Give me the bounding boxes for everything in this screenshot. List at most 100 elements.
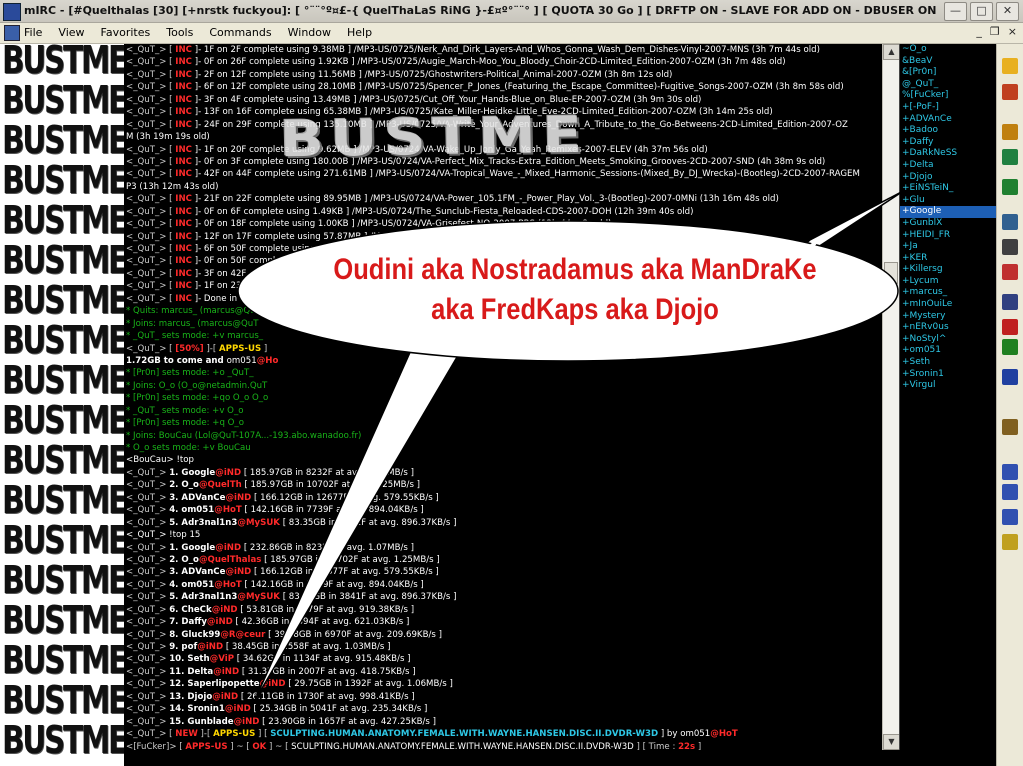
nick-item[interactable]: +[-PoF-] <box>900 102 997 114</box>
window-title: mIRC - [#Quelthalas [30] [+nrstk fuckyou… <box>24 4 939 17</box>
chat-segment: <[FuCker]> [ <box>126 741 186 751</box>
nick-item[interactable]: +mInOuiLe <box>900 299 997 311</box>
editbox[interactable] <box>124 750 996 766</box>
maximize-icon[interactable]: □ <box>970 2 993 21</box>
nick-item[interactable]: +Sronin1 <box>900 369 997 381</box>
mirc-app-icon[interactable]: mIRC <box>3 3 21 21</box>
chat-line: <_QuT_> [ [50%] ]-[ APPS-US ] <box>124 343 882 355</box>
chat-segment: 13. Djojo <box>169 691 213 702</box>
scroll-up-icon[interactable]: ▲ <box>883 44 900 60</box>
chat-line: <_QuT_> 15. Gunblade@iND [ 23.90GB in 16… <box>124 716 882 728</box>
chat-segment: [ 53.81GB in 2279F at avg. 919.38KB/s ] <box>237 604 415 615</box>
dcc-chat-icon[interactable] <box>1002 339 1018 355</box>
chat-segment: [ 26.11GB in 1730F at avg. 998.41KB/s ] <box>238 691 415 702</box>
nick-item[interactable]: +Killersg <box>900 264 997 276</box>
arrange-icon[interactable] <box>1002 509 1018 525</box>
chat-segment: @iND <box>259 679 286 690</box>
menu-tools[interactable]: Tools <box>166 26 193 39</box>
title-bar: mIRC mIRC - [#Quelthalas [30] [+nrstk fu… <box>0 0 1023 23</box>
nick-item[interactable]: +Djojo <box>900 172 997 184</box>
nick-item[interactable]: +Seth <box>900 357 997 369</box>
menu-window[interactable]: Window <box>288 26 331 39</box>
chat-segment: SCULPTING.HUMAN.ANATOMY.FEMALE.WITH.WAYN… <box>291 741 634 751</box>
nick-item[interactable]: +Badoo <box>900 125 997 137</box>
timer-icon[interactable] <box>1002 239 1018 255</box>
menu-file[interactable]: File <box>24 26 42 39</box>
chat-segment: INC <box>175 82 192 93</box>
log-icon[interactable] <box>1002 214 1018 230</box>
channels-list-icon[interactable] <box>1002 149 1018 165</box>
nick-item[interactable]: +Glu <box>900 195 997 207</box>
nick-item[interactable]: +Daffy <box>900 137 997 149</box>
bustme-text: BUSTME <box>2 638 124 682</box>
chat-segment: ]- 6F on 12F complete using 28.10MB ] /M… <box>191 82 844 93</box>
nick-item[interactable]: +Virgul <box>900 380 997 392</box>
chat-segment: [ 39.88GB in 6970F at avg. 209.69KB/s ] <box>265 629 442 640</box>
chat-segment: ]- 0F on 26F complete using 1.92KB ] /MP… <box>191 57 786 68</box>
chat-segment: * [Pr0n] sets mode: +o _QuT_ <box>126 368 254 379</box>
menu-help[interactable]: Help <box>347 26 372 39</box>
bubble-line-2: aka FredKaps aka Djojo <box>431 293 719 326</box>
nick-item[interactable]: +Google <box>900 206 997 218</box>
nick-item[interactable]: +marcus_ <box>900 287 997 299</box>
address-book-icon[interactable] <box>1002 124 1018 140</box>
nick-item[interactable]: %[FuCker] <box>900 90 997 102</box>
chat-segment: [ 34.62GB in 1134F at avg. 915.48KB/s ] <box>234 654 411 665</box>
notify-icon[interactable] <box>1002 294 1018 310</box>
bustme-text: BUSTME <box>2 598 124 642</box>
nick-item[interactable]: +Lycum <box>900 276 997 288</box>
channel-window-icon[interactable] <box>4 25 20 41</box>
nick-list[interactable]: ~O_o &BeaV &[Pr0n] @_QuT_ %[FuCker] +[-PoF-] +… <box>899 44 997 750</box>
chat-scrollbar[interactable]: ▲ ▼ <box>882 44 900 750</box>
nick-item[interactable]: &BeaV <box>900 56 997 68</box>
nick-item[interactable]: +EiNSTeiN_ <box>900 183 997 195</box>
about-icon[interactable] <box>1002 534 1018 550</box>
nick-item[interactable]: +HEIDI_FR <box>900 230 997 242</box>
dcc-send-icon[interactable] <box>1002 319 1018 335</box>
nick-item[interactable]: +Delta <box>900 160 997 172</box>
bustme-sidebar-image: BUSTME BUSTME BUSTME BUSTME BUSTME BUSTME BUST… <box>0 44 124 766</box>
chat-line: <_QuT_> [ INC ]- 1F on 2F complete using… <box>124 44 882 56</box>
nick-item[interactable]: ~O_o <box>900 44 997 56</box>
chat-segment: <_QuT_> [ <box>126 57 176 68</box>
chat-segment: * _QuT_ sets mode: +v O_o <box>126 405 244 416</box>
scroll-thumb[interactable] <box>884 262 898 284</box>
nick-item[interactable]: +GunblX <box>900 218 997 230</box>
cascade-icon[interactable] <box>1002 484 1018 500</box>
close-icon[interactable]: ✕ <box>996 2 1019 21</box>
nick-item[interactable]: +Mystery <box>900 311 997 323</box>
nick-item[interactable]: +DaRkNeSS <box>900 148 997 160</box>
nick-item[interactable]: @_QuT_ <box>900 79 997 91</box>
nick-item[interactable]: +KER <box>900 253 997 265</box>
tile-icon[interactable] <box>1002 464 1018 480</box>
nick-item[interactable]: +nERv0us <box>900 322 997 334</box>
nick-item[interactable]: +NoStyl^ <box>900 334 997 346</box>
colors-icon[interactable] <box>1002 264 1018 280</box>
url-icon[interactable] <box>1002 369 1018 385</box>
options-icon[interactable] <box>1002 84 1018 100</box>
mdi-close-icon[interactable]: × <box>1008 25 1017 38</box>
chat-segment: INC <box>175 281 192 292</box>
nick-item[interactable]: +ADVAnCe <box>900 114 997 126</box>
nick-item[interactable]: &[Pr0n] <box>900 67 997 79</box>
chat-segment: <_QuT_> <box>126 704 170 715</box>
script-editor-icon[interactable] <box>1002 179 1018 195</box>
menu-view[interactable]: View <box>58 26 84 39</box>
mdi-restore-icon[interactable]: ❐ <box>990 25 1000 38</box>
chat-segment: ] ~ [ <box>266 741 292 751</box>
chat-segment: @iND <box>215 542 242 553</box>
bustme-text: BUSTME <box>2 438 124 482</box>
mdi-minimize-icon[interactable]: _ <box>976 25 982 38</box>
menu-commands[interactable]: Commands <box>209 26 271 39</box>
chat-segment: [ 23.90GB in 1657F at avg. 427.25KB/s ] <box>259 716 436 727</box>
connect-icon[interactable] <box>1002 58 1018 74</box>
chat-segment: <_QuT_> [ <box>126 729 176 740</box>
menu-favorites[interactable]: Favorites <box>101 26 151 39</box>
minimize-icon[interactable]: — <box>944 2 967 21</box>
chat-segment: 1. Google <box>169 542 216 553</box>
help-icon[interactable] <box>1002 419 1018 435</box>
scroll-down-icon[interactable]: ▼ <box>883 734 900 750</box>
bustme-text: BUSTME <box>2 718 124 762</box>
nick-item[interactable]: +om051 <box>900 345 997 357</box>
nick-item[interactable]: +Ja <box>900 241 997 253</box>
